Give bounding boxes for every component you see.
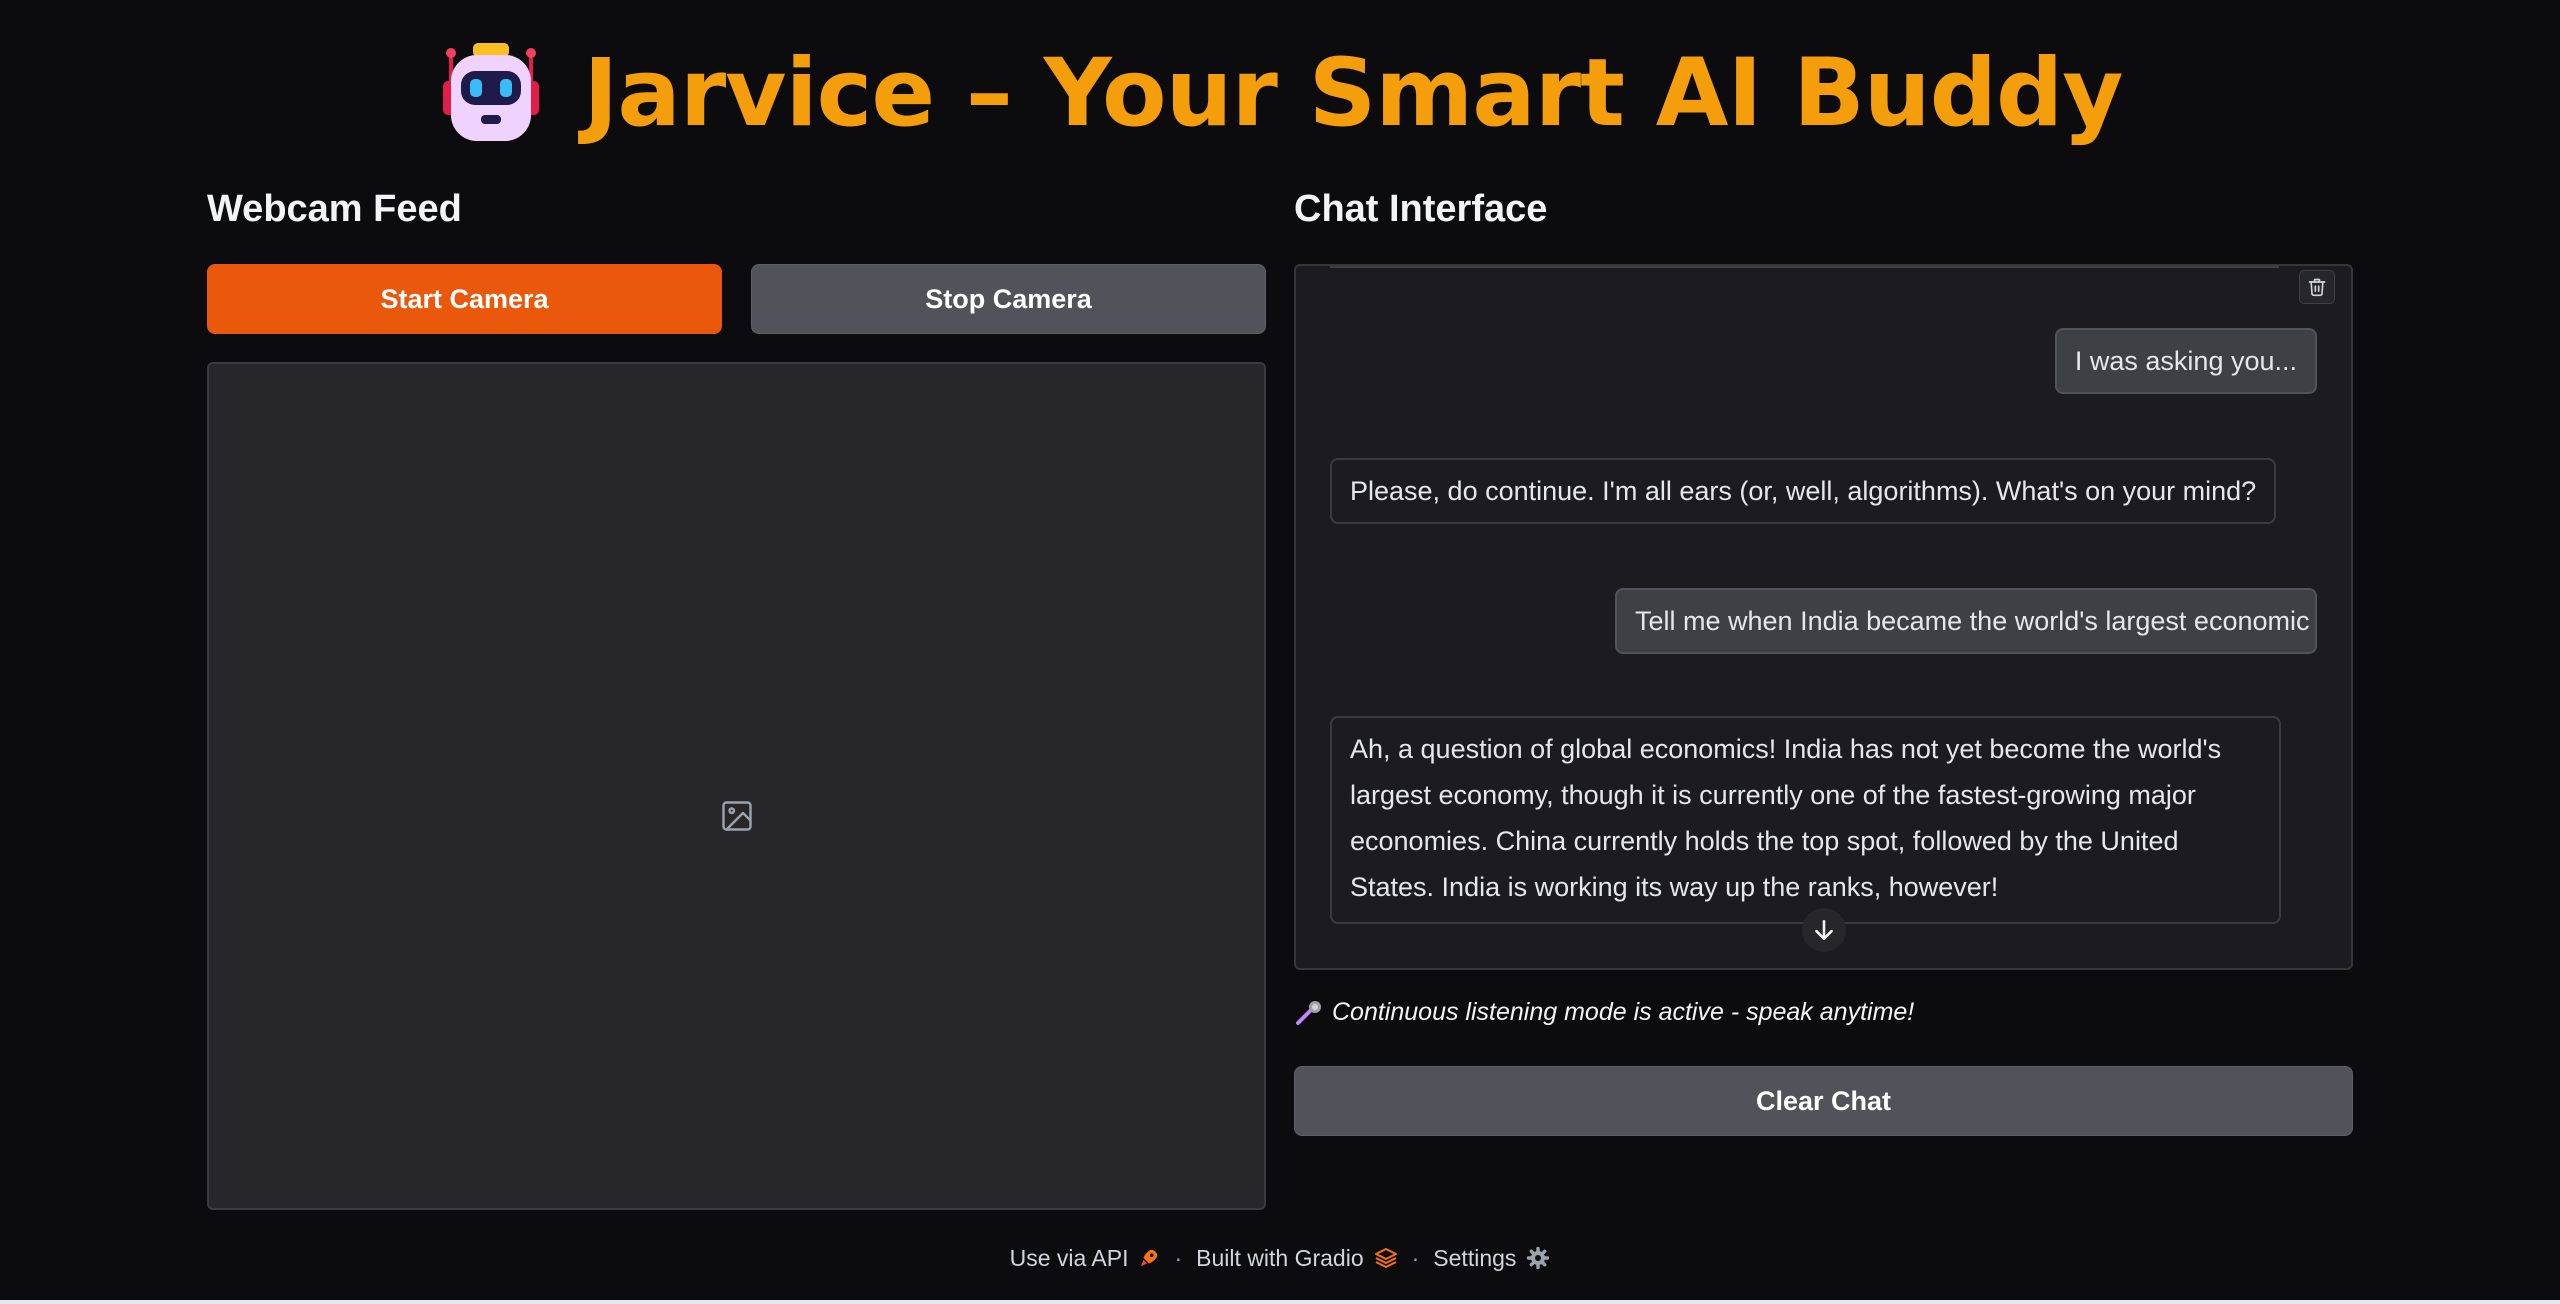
chat-divider [1330, 266, 2279, 268]
built-with-gradio-link[interactable]: Built with Gradio [1196, 1245, 1397, 1272]
rocket-icon [1141, 1249, 1158, 1267]
chat-message-assistant: Please, do continue. I'm all ears (or, w… [1330, 458, 2277, 524]
microphone-icon [1296, 1000, 1321, 1025]
gear-icon [1527, 1246, 1550, 1270]
chat-message-user: Tell me when India became the world's la… [1615, 588, 2317, 654]
footer-separator: · [1411, 1244, 1420, 1271]
stop-camera-button[interactable]: Stop Camera [751, 264, 1266, 334]
settings-label: Settings [1433, 1244, 1517, 1271]
listening-status: Continuous listening mode is active - sp… [1294, 998, 1914, 1027]
page-title: Jarvice – Your Smart AI Buddy [583, 38, 2123, 148]
scroll-to-bottom-button[interactable] [1802, 908, 1846, 952]
gradio-logo-icon [1374, 1248, 1397, 1268]
trash-icon [2308, 278, 2326, 297]
listening-status-text: Continuous listening mode is active - sp… [1332, 998, 1915, 1026]
chat-message-user: I was asking you... [2054, 328, 2317, 394]
use-via-api-link[interactable]: Use via API [1010, 1245, 1161, 1272]
footer: Use via API · Built with Gradio · Settin… [0, 1240, 2560, 1276]
built-with-gradio-label: Built with Gradio [1196, 1244, 1364, 1271]
app-header: Jarvice – Your Smart AI Buddy [0, 28, 2560, 158]
webcam-heading: Webcam Feed [207, 188, 462, 230]
settings-link[interactable]: Settings [1433, 1245, 1550, 1272]
delete-chat-button[interactable] [2299, 270, 2335, 304]
use-via-api-label: Use via API [1009, 1244, 1129, 1271]
footer-separator: · [1174, 1244, 1183, 1271]
chat-message-assistant: Ah, a question of global economics! Indi… [1330, 716, 2281, 924]
image-icon [721, 801, 752, 831]
robot-icon [443, 43, 540, 141]
chat-heading: Chat Interface [1294, 188, 1548, 230]
arrow-down-icon [1815, 920, 1833, 940]
start-camera-button[interactable]: Start Camera [207, 264, 722, 334]
webcam-feed-panel [207, 362, 1266, 1210]
page-bottom-border [0, 1300, 2560, 1304]
chat-window[interactable]: I was asking you... Please, do continue.… [1294, 264, 2353, 970]
clear-chat-button[interactable]: Clear Chat [1294, 1066, 2353, 1136]
